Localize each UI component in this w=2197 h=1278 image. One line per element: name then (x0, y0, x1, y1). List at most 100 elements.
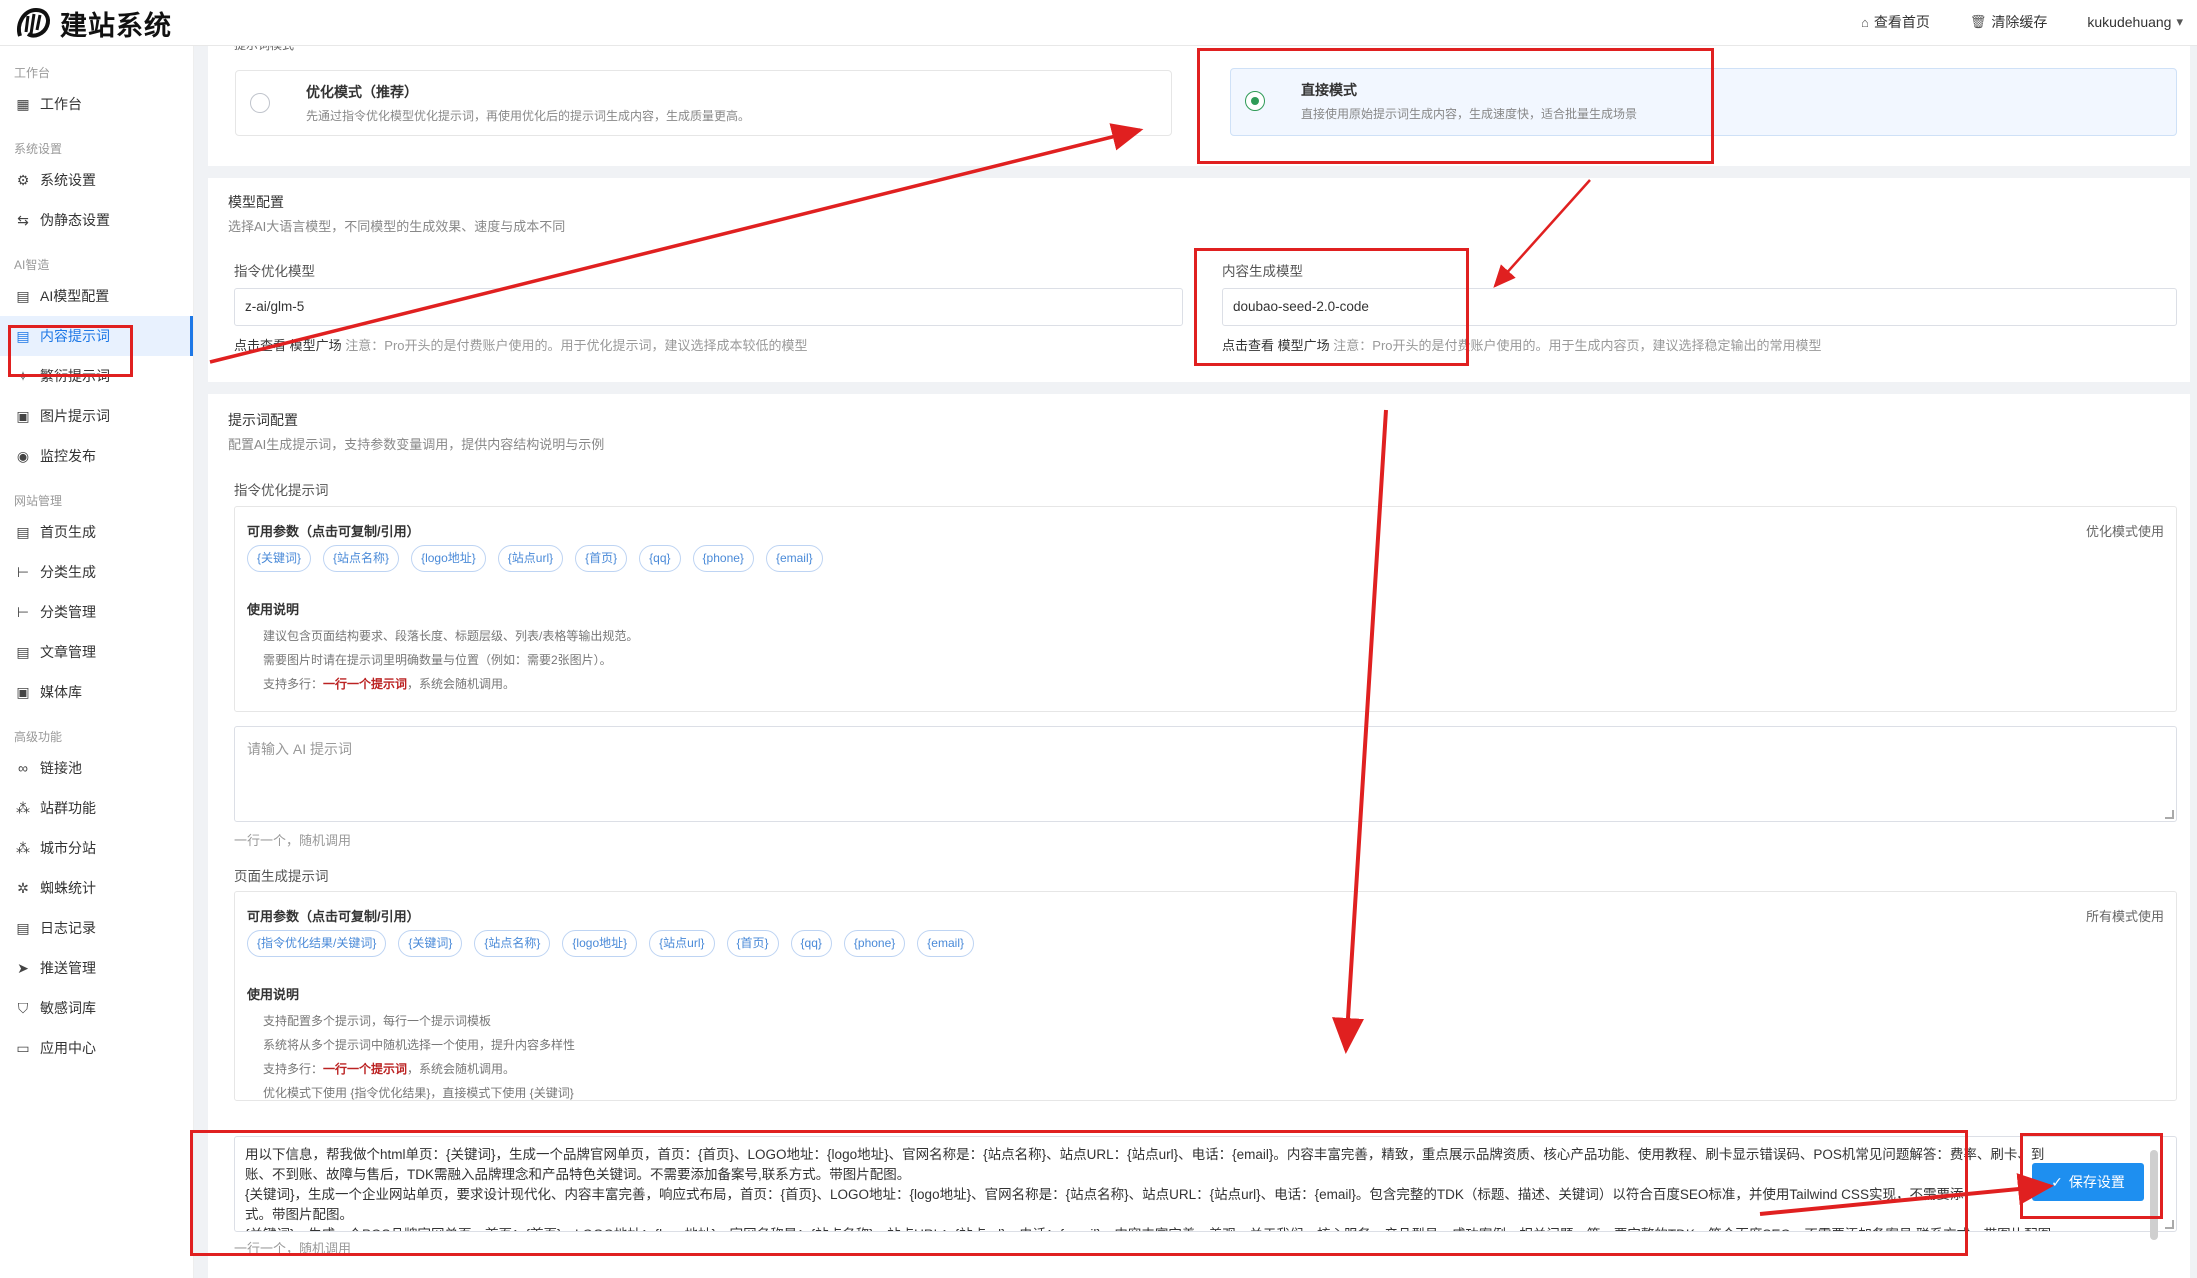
trash-icon: 🗑 (1969, 14, 1987, 29)
clear-cache-link[interactable]: 🗑 清除缓存 (1970, 12, 2048, 32)
sidebar-section-title: 网站管理 (14, 494, 63, 508)
sidebar-item-push[interactable]: ➤ 推送管理 (0, 948, 193, 988)
optimize-mode-note: 优化模式使用 (2085, 524, 2164, 539)
sidebar-item-label: 分类管理 (40, 604, 96, 620)
user-menu[interactable]: kukudehuang ▾ (2087, 14, 2183, 30)
params-title: 可用参数（点击可复制/引用） (247, 909, 420, 924)
param-tag[interactable]: {email} (917, 930, 974, 957)
sidebar-item-home-gen[interactable]: ▤ 首页生成 (0, 512, 193, 552)
param-tag[interactable]: {关键词} (247, 545, 312, 572)
sidebar-item-category-manage[interactable]: ⊢ 分类管理 (0, 592, 193, 632)
param-tag[interactable]: {关键词} (398, 930, 463, 957)
sidebar-item-label: 系统设置 (40, 172, 96, 188)
view-home-link[interactable]: ⌂ 查看首页 (1861, 12, 1930, 32)
annotation-box (1194, 248, 1469, 366)
sidebar-item-system-settings[interactable]: ⚙ 系统设置 (0, 160, 193, 200)
usage-line: 建议包含页面结构要求、段落长度、标题层级、列表/表格等输出规范。 (263, 629, 639, 643)
sidebar-item-city-site[interactable]: ⁂ 城市分站 (0, 828, 193, 868)
prompt-config-subtitle: 配置AI生成提示词，支持参数变量调用，提供内容结构说明与示例 (228, 437, 605, 452)
param-tag[interactable]: {站点url} (497, 545, 564, 572)
usage-highlight: 一行一个提示词 (323, 1062, 408, 1076)
usage-line: 支持多行：一行一个提示词，系统会随机调用。 (263, 1060, 515, 1077)
sidebar-item-label: 监控发布 (40, 448, 96, 464)
resize-handle-icon[interactable] (2165, 810, 2174, 819)
sidebar-item-label: 应用中心 (40, 1040, 96, 1056)
sidebar-item-label: 伪静态设置 (40, 212, 110, 228)
eye-icon: ◉ (16, 447, 30, 464)
param-tag[interactable]: {站点名称} (323, 545, 400, 572)
optimize-prompt-textarea[interactable]: 请输入 AI 提示词 (234, 726, 2177, 822)
view-home-label: 查看首页 (1873, 14, 1930, 30)
home-icon: ⌂ (1861, 14, 1869, 30)
hint-text: 注意：Pro开头的是付费账户使用的。用于优化提示词，建议选择成本较低的模型 (345, 338, 808, 353)
usage-line: 支持多行：一行一个提示词，系统会随机调用。 (263, 675, 515, 692)
network-icon: ⁂ (16, 839, 30, 856)
sidebar-item-app-center[interactable]: ▭ 应用中心 (0, 1028, 193, 1068)
page-prompt-label: 页面生成提示词 (234, 869, 329, 884)
sidebar-item-sensitive-words[interactable]: ⛉ 敏感词库 (0, 988, 193, 1028)
usage-highlight: 一行一个提示词 (323, 677, 408, 691)
dashboard-icon: ▦ (16, 95, 30, 112)
sidebar-item-label: 城市分站 (40, 840, 96, 856)
param-tag[interactable]: {email} (765, 545, 823, 572)
sidebar-item-articles[interactable]: ▤ 文章管理 (0, 632, 193, 672)
sidebar-item-label: 链接池 (40, 760, 82, 776)
param-tags: {指令优化结果/关键词} {关键词} {站点名称} {logo地址} {站点ur… (247, 930, 974, 957)
usage-line: 支持配置多个提示词，每行一个提示词模板 (263, 1014, 492, 1028)
annotation-box (190, 1130, 1968, 1256)
sidebar-item-link-pool[interactable]: ∞ 链接池 (0, 748, 193, 788)
tree-icon: ⊢ (16, 563, 30, 580)
sidebar-item-logs[interactable]: ▤ 日志记录 (0, 908, 193, 948)
param-tag[interactable]: {站点名称} (474, 930, 551, 957)
image-icon: ▣ (16, 407, 30, 424)
param-tag[interactable]: {logo地址} (562, 930, 638, 957)
sidebar-item-spider-stats[interactable]: ✲ 蜘蛛统计 (0, 868, 193, 908)
sidebar-item-media[interactable]: ▣ 媒体库 (0, 672, 193, 712)
sidebar-section-title: AI智造 (14, 258, 50, 272)
optimize-params-panel: 可用参数（点击可复制/引用） 优化模式使用 {关键词} {站点名称} {logo… (234, 506, 2177, 712)
page-params-panel: 可用参数（点击可复制/引用） 所有模式使用 {指令优化结果/关键词} {关键词}… (234, 891, 2177, 1101)
radio-optimize[interactable] (250, 93, 270, 113)
param-tag[interactable]: {指令优化结果/关键词} (247, 930, 387, 957)
param-tag[interactable]: {站点url} (649, 930, 715, 957)
sidebar: 工作台 ▦ 工作台 系统设置 ⚙ 系统设置 ⇆ 伪静态设置 AI智造 ▤ AI模型配置 … (0, 46, 194, 1278)
mode-optimize-desc: 先通过指令优化模型优化提示词，再使用优化后的提示词生成内容，生成质量更高。 (306, 109, 751, 123)
mode-option-optimize[interactable]: 优化模式（推荐） 先通过指令优化模型优化提示词，再使用优化后的提示词生成内容，生… (235, 70, 1172, 136)
logo[interactable]: 建站系统 (14, 4, 172, 43)
param-tag[interactable]: {logo地址} (411, 545, 486, 572)
model-square-link[interactable]: 模型广场 (290, 338, 342, 353)
mode-optimize-title: 优化模式（推荐） (306, 84, 418, 100)
sidebar-item-category-gen[interactable]: ⊢ 分类生成 (0, 552, 193, 592)
sidebar-item-dashboard[interactable]: ▦ 工作台 (0, 84, 193, 124)
sidebar-item-rewrite[interactable]: ⇆ 伪静态设置 (0, 200, 193, 240)
usage-suffix: ，系统会随机调用。 (407, 1062, 516, 1076)
sidebar-item-label: 首页生成 (40, 524, 96, 540)
usage-prefix: 支持多行： (263, 1062, 324, 1076)
document-icon: ▤ (16, 287, 30, 304)
sidebar-section-title: 高级功能 (14, 730, 63, 744)
usage-line: 需要图片时请在提示词里明确数量与位置（例如：需要2张图片）。 (263, 653, 612, 667)
app-icon: ▭ (16, 1039, 30, 1056)
textarea-placeholder: 请输入 AI 提示词 (247, 741, 353, 757)
sidebar-item-label: 分类生成 (40, 564, 96, 580)
annotation-box (8, 325, 133, 377)
param-tag[interactable]: {qq} (790, 930, 832, 957)
model-config-title: 模型配置 (228, 194, 284, 210)
network-icon: ⁂ (16, 799, 30, 816)
document-icon: ▤ (16, 523, 30, 540)
param-tag[interactable]: {phone} (843, 930, 906, 957)
param-tag[interactable]: {首页} (726, 930, 779, 957)
usage-suffix: ，系统会随机调用。 (407, 677, 516, 691)
param-tag[interactable]: {qq} (639, 545, 681, 572)
sidebar-section-title: 工作台 (14, 66, 51, 80)
tree-icon: ⊢ (16, 603, 30, 620)
param-tag[interactable]: {phone} (692, 545, 754, 572)
resize-handle-icon[interactable] (2165, 1220, 2174, 1229)
sidebar-item-label: AI模型配置 (40, 288, 110, 304)
sidebar-item-image-prompt[interactable]: ▣ 图片提示词 (0, 396, 193, 436)
sidebar-item-site-group[interactable]: ⁂ 站群功能 (0, 788, 193, 828)
optimize-model-input[interactable]: z-ai/glm-5 (234, 288, 1183, 326)
sidebar-item-ai-model[interactable]: ▤ AI模型配置 (0, 276, 193, 316)
param-tag[interactable]: {首页} (575, 545, 628, 572)
sidebar-item-monitor[interactable]: ◉ 监控发布 (0, 436, 193, 476)
